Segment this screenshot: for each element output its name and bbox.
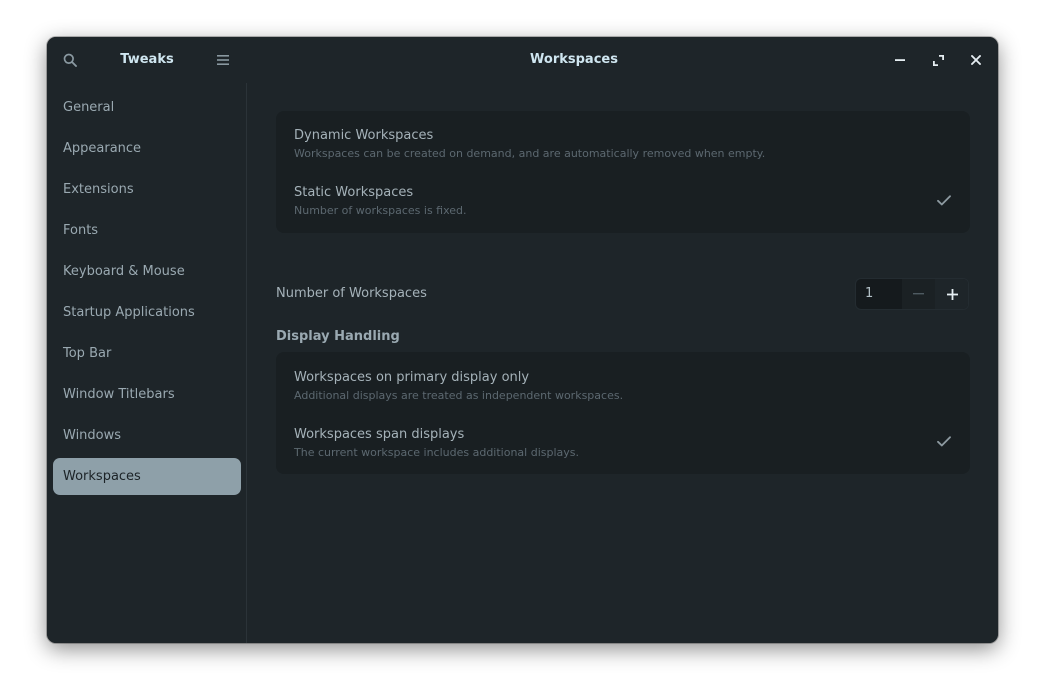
app-title: Tweaks xyxy=(120,52,174,67)
sidebar-item-workspaces[interactable]: Workspaces xyxy=(53,458,241,495)
span-displays-title: Workspaces span displays xyxy=(294,427,465,442)
dynamic-workspaces-title: Dynamic Workspaces xyxy=(294,128,434,143)
display-handling-heading: Display Handling xyxy=(276,329,400,344)
sidebar: General Appearance Extensions Fonts Keyb… xyxy=(47,83,247,643)
dynamic-workspaces-row[interactable]: Dynamic Workspaces Workspaces can be cre… xyxy=(276,115,970,172)
sidebar-item-window-titlebars[interactable]: Window Titlebars xyxy=(53,376,241,413)
sidebar-item-windows[interactable]: Windows xyxy=(53,417,241,454)
workspace-mode-card: Dynamic Workspaces Workspaces can be cre… xyxy=(276,111,970,233)
workspaces-count-input[interactable]: 1 xyxy=(856,279,902,309)
workspaces-spin-button: 1 xyxy=(855,278,969,310)
primary-display-only-title: Workspaces on primary display only xyxy=(294,370,530,385)
increment-button[interactable] xyxy=(935,279,968,309)
sidebar-item-appearance[interactable]: Appearance xyxy=(53,130,241,167)
dynamic-workspaces-subtitle: Workspaces can be created on demand, and… xyxy=(294,147,766,160)
sidebar-item-startup-applications[interactable]: Startup Applications xyxy=(53,294,241,331)
tweaks-window: Tweaks Workspaces General Appearance Ext… xyxy=(47,37,998,643)
close-button[interactable] xyxy=(964,48,988,72)
minimize-button[interactable] xyxy=(888,48,912,72)
sidebar-item-extensions[interactable]: Extensions xyxy=(53,171,241,208)
search-button[interactable] xyxy=(55,45,85,75)
primary-display-only-row[interactable]: Workspaces on primary display only Addit… xyxy=(276,356,970,413)
page-title: Workspaces xyxy=(530,52,618,67)
checkmark-icon xyxy=(936,433,952,449)
sidebar-item-general[interactable]: General xyxy=(53,89,241,126)
display-handling-card: Workspaces on primary display only Addit… xyxy=(276,352,970,474)
minimize-icon xyxy=(895,59,905,61)
static-workspaces-subtitle: Number of workspaces is fixed. xyxy=(294,204,467,217)
checkmark-icon xyxy=(936,192,952,208)
maximize-icon xyxy=(932,54,944,66)
header-bar: Tweaks Workspaces xyxy=(47,37,998,83)
sidebar-item-fonts[interactable]: Fonts xyxy=(53,212,241,249)
decrement-button[interactable] xyxy=(902,279,935,309)
plus-icon xyxy=(946,288,958,300)
static-workspaces-title: Static Workspaces xyxy=(294,185,414,200)
search-icon xyxy=(63,53,77,67)
sidebar-item-top-bar[interactable]: Top Bar xyxy=(53,335,241,372)
close-icon xyxy=(971,55,981,65)
hamburger-menu-icon xyxy=(217,55,229,65)
maximize-button[interactable] xyxy=(926,48,950,72)
static-workspaces-row[interactable]: Static Workspaces Number of workspaces i… xyxy=(276,172,970,229)
primary-display-only-subtitle: Additional displays are treated as indep… xyxy=(294,389,624,402)
minus-icon xyxy=(913,293,924,295)
span-displays-subtitle: The current workspace includes additiona… xyxy=(294,446,580,459)
content-pane: Dynamic Workspaces Workspaces can be cre… xyxy=(248,83,998,643)
sidebar-item-keyboard-mouse[interactable]: Keyboard & Mouse xyxy=(53,253,241,290)
menu-button[interactable] xyxy=(208,45,238,75)
span-displays-row[interactable]: Workspaces span displays The current wor… xyxy=(276,413,970,470)
number-of-workspaces-label: Number of Workspaces xyxy=(276,286,427,301)
